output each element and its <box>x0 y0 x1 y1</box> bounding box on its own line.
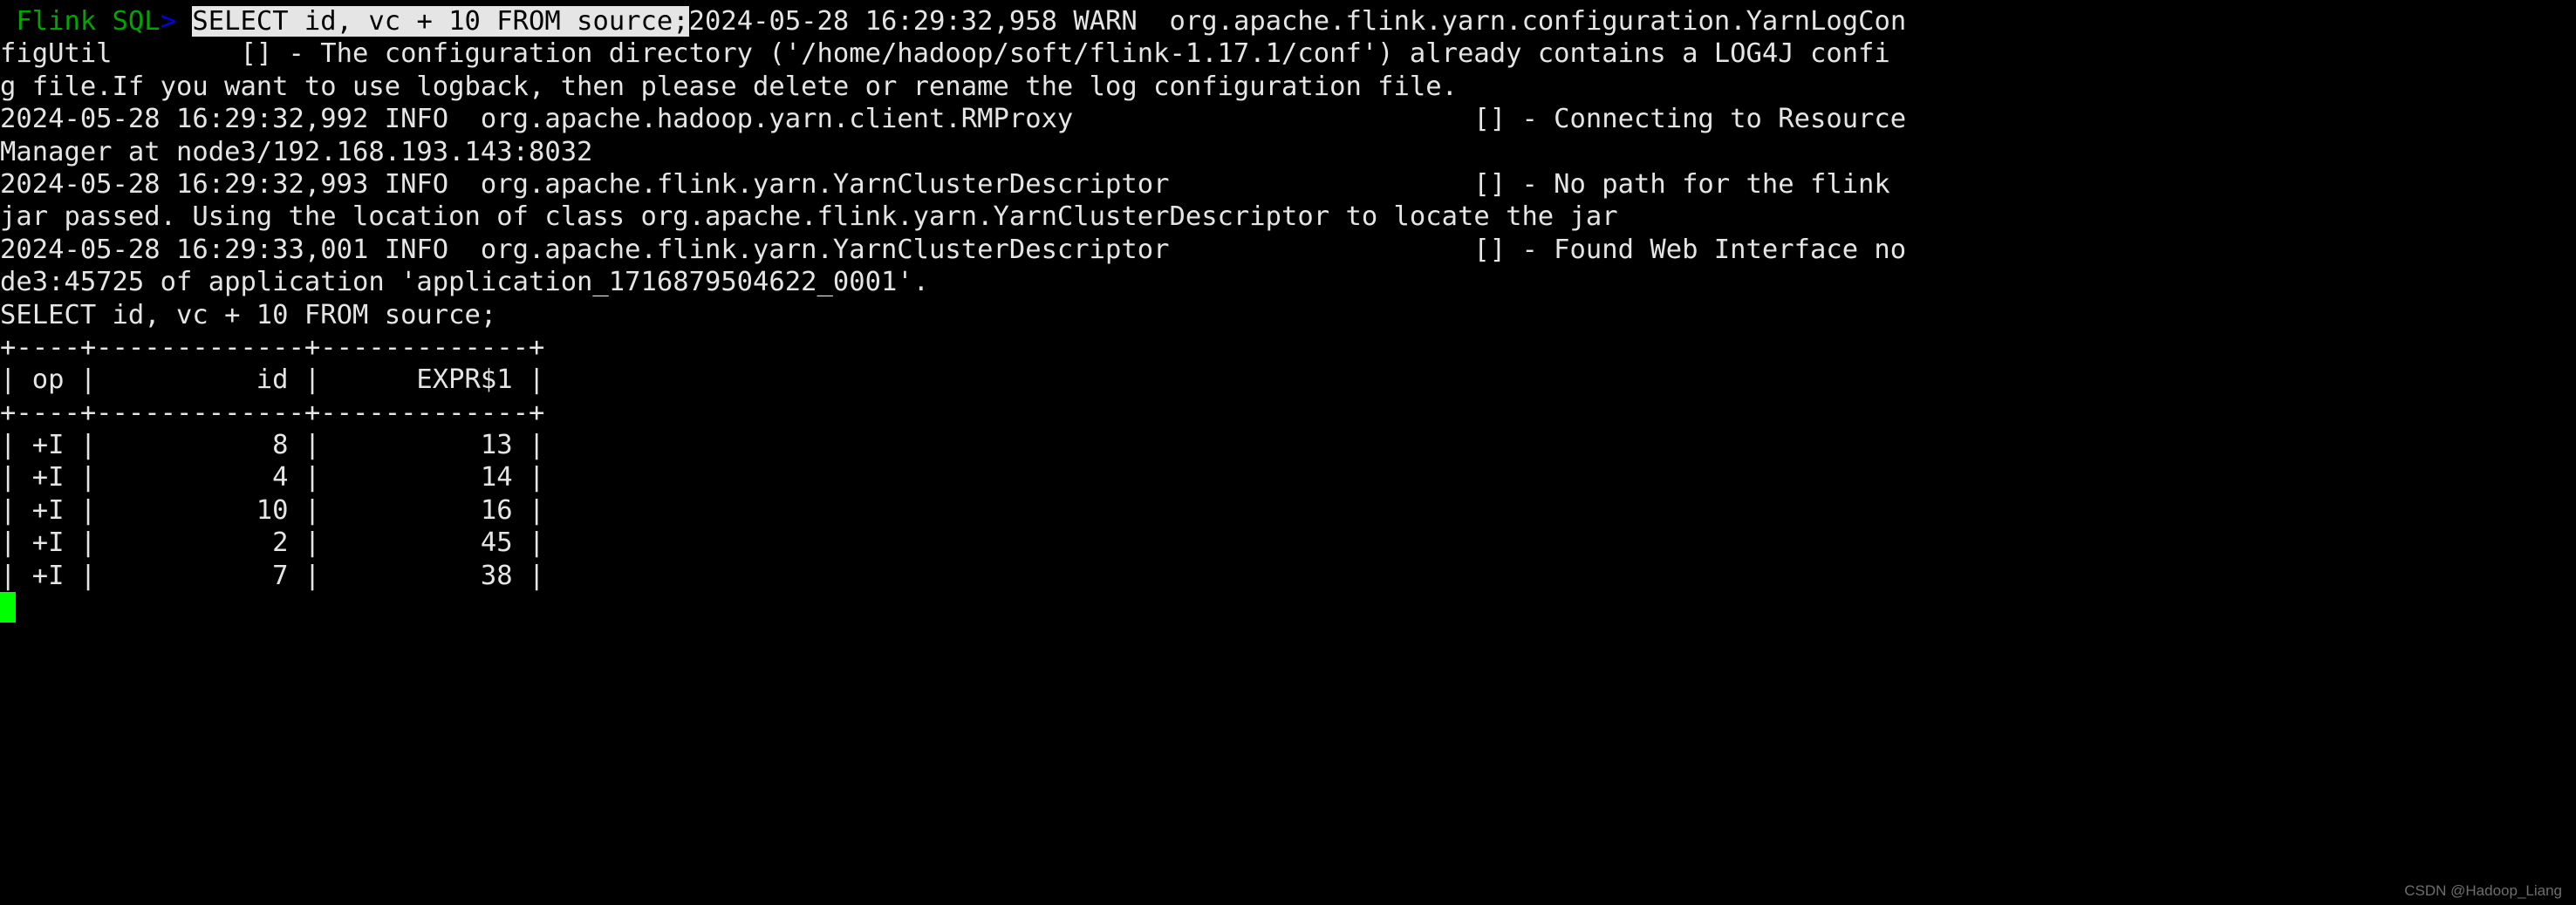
terminal-line-query-echo: SELECT id, vc + 10 FROM source; <box>0 299 497 330</box>
table-row: | +I | 2 | 45 | <box>0 527 545 559</box>
log-text-line-1: 2024-05-28 16:29:32,958 WARN org.apache.… <box>688 6 1907 37</box>
prompt-app-name: Flink SQL <box>16 6 161 37</box>
table-row: | +I | 10 | 16 | <box>0 494 545 526</box>
table-row: | +I | 4 | 14 | <box>0 462 545 493</box>
table-row: | +I | 8 | 13 | <box>0 430 545 461</box>
terminal-line-6: 2024-05-28 16:29:32,993 INFO org.apache.… <box>0 168 1890 200</box>
selected-command-text[interactable]: SELECT id, vc + 10 FROM source; <box>192 6 689 37</box>
table-row: | +I | 7 | 38 | <box>0 560 545 591</box>
terminal-window[interactable]: Flink SQL> SELECT id, vc + 10 FROM sourc… <box>0 0 2576 905</box>
watermark-label: CSDN @Hadoop_Liang <box>2404 882 2562 899</box>
terminal-line-9: de3:45725 of application 'application_17… <box>0 267 930 298</box>
terminal-line-4: 2024-05-28 16:29:32,992 INFO org.apache.… <box>0 104 1907 135</box>
result-table-header-rule: +----+-------------+-------------+ <box>0 397 545 428</box>
terminal-line-prompt: Flink SQL> SELECT id, vc + 10 FROM sourc… <box>0 5 2576 37</box>
cursor-line <box>0 592 2576 624</box>
terminal-line-3: g file.If you want to use logback, then … <box>0 71 1458 102</box>
terminal-line-2: figUtil [] - The configuration directory… <box>0 38 1890 70</box>
result-table-top-rule: +----+-------------+-------------+ <box>0 331 545 363</box>
prompt-chevron-icon: > <box>160 6 177 37</box>
prompt-leading-space <box>0 6 16 37</box>
terminal-line-8: 2024-05-28 16:29:33,001 INFO org.apache.… <box>0 234 1907 265</box>
block-cursor-icon[interactable] <box>0 592 16 623</box>
terminal-line-7: jar passed. Using the location of class … <box>0 201 1618 233</box>
result-table-header-row: | op | id | EXPR$1 | <box>0 364 545 396</box>
terminal-line-5: Manager at node3/192.168.193.143:8032 <box>0 136 593 167</box>
